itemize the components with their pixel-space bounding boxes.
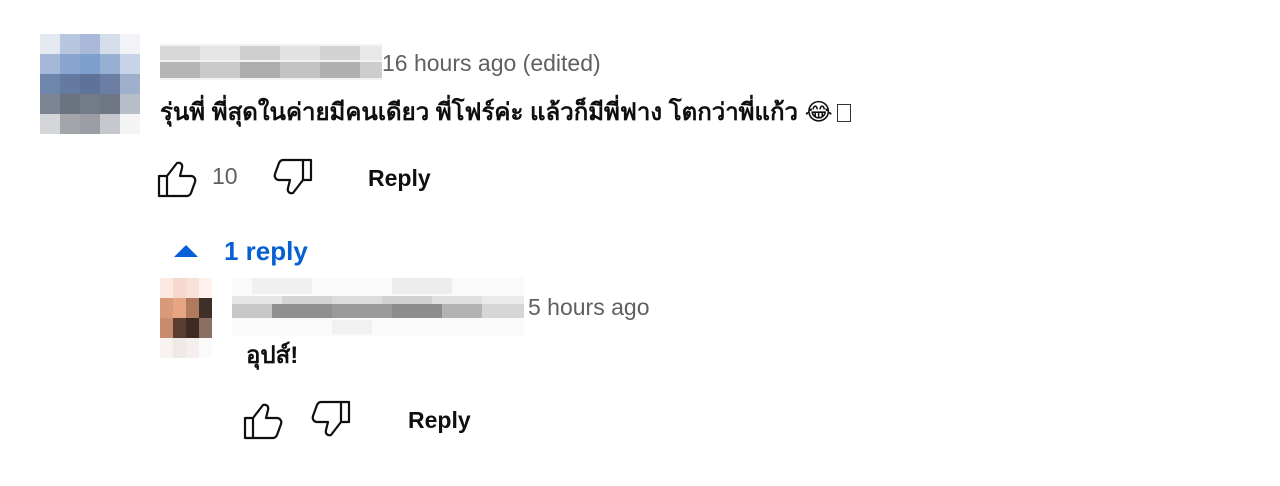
reply-button[interactable]: Reply xyxy=(368,164,431,192)
reply-reply-button[interactable]: Reply xyxy=(408,406,471,434)
caret-up-icon xyxy=(174,245,198,257)
reply-timestamp[interactable]: 5 hours ago xyxy=(528,293,649,321)
replies-count-label: 1 reply xyxy=(224,236,308,266)
reply-like-icon[interactable] xyxy=(242,402,284,440)
dislike-icon[interactable] xyxy=(272,158,314,196)
replier-name-redacted[interactable] xyxy=(232,278,524,336)
comment-text: รุ่นพี่ พี่สุดในค่ายมีคนเดียว พี่โฟร์ค่ะ… xyxy=(160,96,851,129)
replier-avatar[interactable] xyxy=(160,278,212,358)
unrendered-glyph-box xyxy=(836,104,851,122)
like-count: 10 xyxy=(212,163,238,189)
laughing-emoji: 😂 xyxy=(804,98,833,126)
comment-text-body: รุ่นพี่ พี่สุดในค่ายมีคนเดียว พี่โฟร์ค่ะ… xyxy=(160,99,798,126)
reply-text: อุปส์! xyxy=(246,342,299,369)
commenter-name-redacted[interactable] xyxy=(160,44,382,80)
comment-timestamp[interactable]: 16 hours ago (edited) xyxy=(382,49,601,77)
reply-dislike-icon[interactable] xyxy=(310,400,352,438)
hide-replies-toggle[interactable]: 1 reply xyxy=(174,236,308,266)
commenter-avatar[interactable] xyxy=(40,34,140,134)
like-icon[interactable] xyxy=(156,160,198,198)
